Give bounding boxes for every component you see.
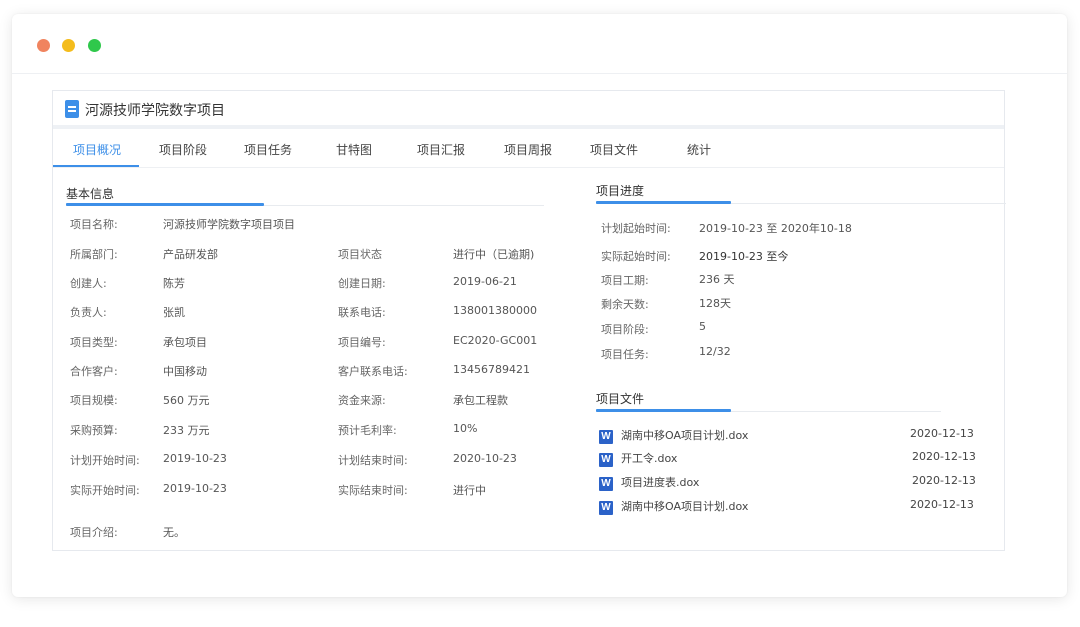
file-date: 2020-12-13: [912, 450, 976, 463]
info-label: 项目类型:: [70, 336, 118, 349]
tab-weekly[interactable]: 项目周报: [504, 133, 552, 168]
progress-label: 项目任务:: [601, 348, 649, 361]
project-panel: 河源技师学院数字项目 项目概况 项目阶段 项目任务 甘特图 项目汇报 项目周报 …: [52, 90, 1006, 551]
info-value: 陈芳: [163, 277, 185, 290]
close-window-button[interactable]: [37, 39, 50, 52]
tab-overview[interactable]: 项目概况: [73, 133, 121, 168]
intro-label: 项目介绍:: [70, 526, 118, 539]
info-label: 负责人:: [70, 306, 107, 319]
minimize-window-button[interactable]: [62, 39, 75, 52]
info-value: 138001380000: [453, 304, 537, 317]
panel-header: 河源技师学院数字项目: [53, 91, 1004, 129]
intro-value: 无。: [163, 526, 185, 539]
project-name-value: 河源技师学院数字项目项目: [163, 218, 295, 231]
info-label: 项目编号:: [338, 336, 386, 349]
info-label: 资金来源:: [338, 394, 386, 407]
files-title: 项目文件: [596, 392, 645, 406]
basic-info-title: 基本信息: [66, 187, 115, 201]
word-doc-icon: W: [599, 430, 613, 444]
files-accent: [596, 409, 731, 412]
info-label: 创建日期:: [338, 277, 386, 290]
file-link[interactable]: 开工令.dox: [621, 450, 677, 466]
tab-stages[interactable]: 项目阶段: [159, 133, 207, 168]
progress-label: 实际起始时间:: [601, 250, 671, 263]
progress-label: 项目工期:: [601, 274, 649, 287]
window-titlebar: [12, 14, 1067, 74]
progress-label: 项目阶段:: [601, 323, 649, 336]
progress-value: 5: [699, 320, 706, 333]
info-value: EC2020-GC001: [453, 334, 538, 347]
info-value: 2020-10-23: [453, 452, 517, 465]
tab-bar: 项目概况 项目阶段 项目任务 甘特图 项目汇报 项目周报 项目文件 统计: [53, 133, 1004, 168]
info-value: 13456789421: [453, 363, 530, 376]
file-link[interactable]: 项目进度表.dox: [621, 474, 699, 490]
progress-label: 剩余天数:: [601, 298, 649, 311]
info-value: 中国移动: [163, 365, 207, 378]
progress-accent: [596, 201, 731, 204]
maximize-window-button[interactable]: [88, 39, 101, 52]
progress-value: 236 天: [699, 273, 735, 286]
tab-gantt[interactable]: 甘特图: [336, 133, 372, 168]
active-tab-indicator: [53, 165, 139, 167]
info-label: 采购预算:: [70, 424, 118, 437]
file-link[interactable]: 湖南中移OA项目计划.dox: [621, 427, 748, 443]
info-value: 产品研发部: [163, 248, 218, 261]
document-icon: [65, 100, 79, 118]
progress-title: 项目进度: [596, 184, 645, 198]
file-date: 2020-12-13: [910, 498, 974, 511]
info-label: 客户联系电话:: [338, 365, 408, 378]
info-label: 联系电话:: [338, 306, 386, 319]
word-doc-icon: W: [599, 453, 613, 467]
file-date: 2020-12-13: [912, 474, 976, 487]
basic-info-accent: [66, 203, 264, 206]
info-value: 2019-06-21: [453, 275, 517, 288]
info-value: 233 万元: [163, 424, 210, 437]
info-value: 承包项目: [163, 336, 207, 349]
project-name-label: 项目名称:: [70, 218, 118, 231]
info-label: 合作客户:: [70, 365, 118, 378]
tab-statistics[interactable]: 统计: [687, 133, 711, 168]
status-value: 进行中（已逾期): [453, 248, 535, 261]
info-value: 560 万元: [163, 394, 210, 407]
info-value: 2019-10-23: [163, 482, 227, 495]
info-label: 实际开始时间:: [70, 484, 140, 497]
info-value: 进行中: [453, 484, 486, 497]
tab-reports[interactable]: 项目汇报: [417, 133, 465, 168]
info-label: 项目状态: [338, 248, 382, 261]
word-doc-icon: W: [599, 477, 613, 491]
info-value: 张凯: [163, 306, 185, 319]
info-value: 承包工程款: [453, 394, 508, 407]
progress-value: 12/32: [699, 345, 731, 358]
file-date: 2020-12-13: [910, 427, 974, 440]
progress-value: 2019-10-23 至今: [699, 250, 789, 263]
tab-files[interactable]: 项目文件: [590, 133, 638, 168]
progress-value: 128天: [699, 297, 731, 310]
info-label: 创建人:: [70, 277, 107, 290]
info-label: 预计毛利率:: [338, 424, 397, 437]
info-label: 计划开始时间:: [70, 454, 140, 467]
progress-value: 2019-10-23 至 2020年10-18: [699, 222, 852, 235]
info-label: 项目规模:: [70, 394, 118, 407]
file-link[interactable]: 湖南中移OA项目计划.dox: [621, 498, 748, 514]
tab-tasks[interactable]: 项目任务: [244, 133, 292, 168]
progress-label: 计划起始时间:: [601, 222, 671, 235]
info-value: 10%: [453, 422, 478, 435]
info-label: 计划结束时间:: [338, 454, 408, 467]
info-label: 实际结束时间:: [338, 484, 408, 497]
info-value: 2019-10-23: [163, 452, 227, 465]
word-doc-icon: W: [599, 501, 613, 515]
info-label: 所属部门:: [70, 248, 118, 261]
page-title: 河源技师学院数字项目: [85, 103, 225, 119]
